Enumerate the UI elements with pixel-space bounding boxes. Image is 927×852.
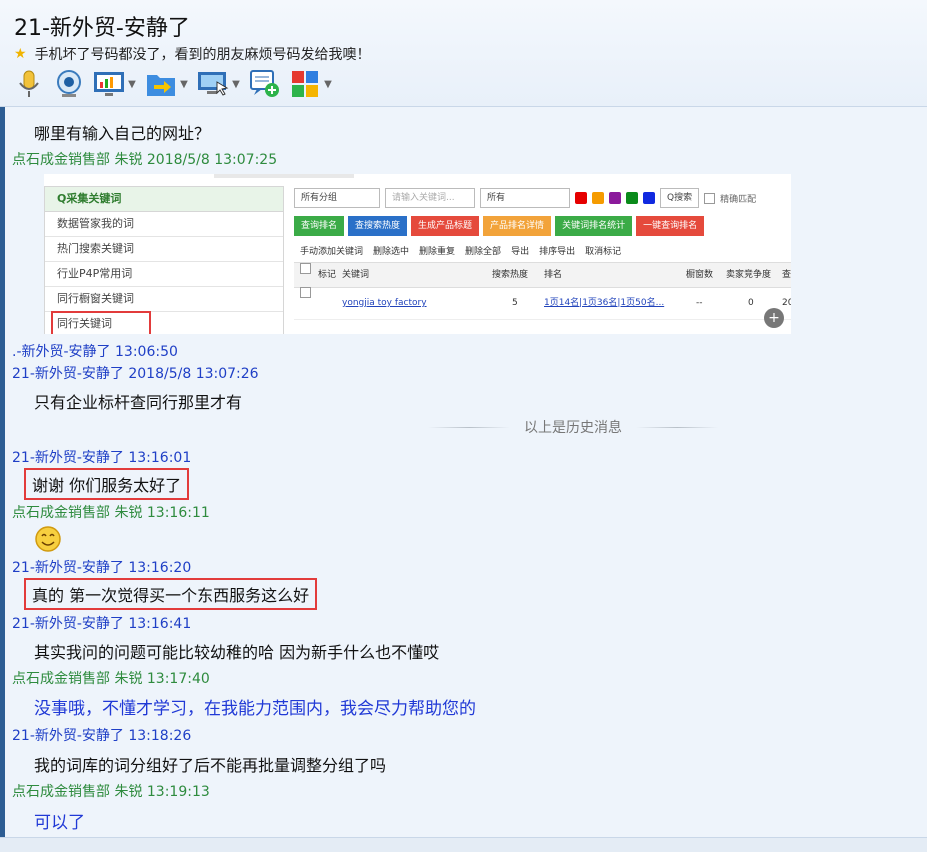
signature-text: 手机坏了号码都没了，看到的朋友麻烦号码发给我噢！ [34, 47, 371, 63]
chevron-down-icon[interactable]: ▼ [178, 79, 190, 90]
shot-action: 排序导出 [539, 247, 576, 257]
message-text: 哪里有输入自己的网址？ [34, 124, 211, 143]
chat-header: 21-新外贸-安静了 ★ 手机坏了号码都没了，看到的朋友麻烦号码发给我噢！ ▼ … [0, 0, 927, 107]
history-divider: 以上是历史消息 [428, 417, 718, 437]
keyword-panel-item: 同行橱窗关键词 [45, 287, 283, 312]
group-select: 所有分组 [294, 188, 380, 208]
message-sender: 21-新外贸-安静了 13:16:01 [12, 450, 192, 466]
keyword-panel-title: Q采集关键词 [45, 187, 283, 212]
mic-icon[interactable] [12, 67, 46, 101]
shot-action: 取消标记 [585, 247, 622, 257]
message-text: 其实我问的问题可能比较幼稚的哈 因为新手什么也不懂哎 [34, 643, 440, 662]
smiley-emoji [34, 525, 62, 557]
action-links: 手动添加关键词 删除选中 删除重复 删除全部 导出 排序导出 取消标记 [300, 244, 621, 257]
message-text: 我的词库的词分组好了后不能再批量调整分组了吗 [34, 756, 387, 775]
shot-button: 生成产品标题 [411, 216, 480, 236]
all-select: 所有 [480, 188, 570, 208]
red-swatch [575, 192, 587, 204]
chevron-down-icon[interactable]: ▼ [126, 79, 138, 90]
chat-left-bar [0, 107, 5, 837]
remote-desktop-icon[interactable] [196, 67, 230, 101]
keyword-panel: Q采集关键词 数据管家我的词 热门搜索关键词 行业P4P常用词 同行橱窗关键词 … [44, 186, 284, 334]
embedded-screenshot[interactable]: Q采集关键词 数据管家我的词 热门搜索关键词 行业P4P常用词 同行橱窗关键词 … [44, 174, 791, 334]
shot-action: 删除选中 [373, 247, 410, 257]
apps-icon[interactable] [288, 67, 322, 101]
column-header: 关键词 [342, 270, 370, 280]
column-header: 标记 [318, 270, 337, 280]
shot-action: 删除全部 [465, 247, 502, 257]
chevron-down-icon[interactable]: ▼ [322, 79, 334, 90]
keyword-panel-item: 热门搜索关键词 [45, 237, 283, 262]
column-header: 查 [782, 270, 791, 280]
exact-label: 精确匹配 [720, 194, 757, 205]
action-buttons: 查询排名 查搜索热度 生成产品标题 产品排名详情 关键词排名统计 一键查询排名 [294, 216, 705, 236]
column-header: 搜索热度 [492, 270, 529, 280]
chevron-down-icon[interactable]: ▼ [230, 79, 242, 90]
chat-history[interactable]: 哪里有输入自己的网址？ 点石成金销售部 朱锐 2018/5/8 13:07:25… [0, 107, 927, 837]
blue-swatch [643, 192, 655, 204]
message-text: 只有企业标杆查同行那里才有 [34, 393, 243, 412]
row-rank: 1页14名|1页36名|1页50名... [544, 298, 665, 308]
purple-swatch [609, 192, 621, 204]
row-window: -- [696, 298, 703, 308]
column-header: 橱窗数 [686, 270, 714, 280]
shot-action: 手动添加关键词 [300, 247, 364, 257]
message-sender: 21-新外贸-安静了 13:16:20 [12, 560, 192, 576]
message-sender: 点石成金销售部 朱锐 13:19:13 [12, 784, 210, 800]
history-divider-text: 以上是历史消息 [524, 420, 622, 436]
star-icon: ★ [14, 46, 27, 62]
send-file-icon[interactable] [144, 67, 178, 101]
webcam-icon[interactable] [52, 67, 86, 101]
green-swatch [626, 192, 638, 204]
shot-action: 导出 [511, 247, 530, 257]
message-sender: .-新外贸-安静了 13:06:50 [12, 344, 178, 360]
keyword-table: 标记 关键词 搜索热度 排名 橱窗数 卖家竞争度 查 yongjia toy f… [294, 262, 791, 334]
message-sender: 21-新外贸-安静了 13:16:41 [12, 616, 192, 632]
input-toolbar-edge [0, 837, 927, 852]
screen-share-icon[interactable] [92, 67, 126, 101]
filter-bar: 所有分组 请输入关键词... 所有 Q搜索 精确匹配 [294, 188, 756, 208]
message-sender: 21-新外贸-安静了 13:18:26 [12, 728, 192, 744]
highlighted-message: 谢谢 你们服务太好了 [24, 468, 190, 500]
zoom-icon: + [764, 308, 784, 328]
message-text: 没事哦，不懂才学习，在我能力范围内，我会尽力帮助您的 [34, 699, 476, 719]
orange-swatch [592, 192, 604, 204]
message-icon[interactable] [248, 67, 282, 101]
shot-button: 产品排名详情 [483, 216, 552, 236]
shot-button: 关键词排名统计 [555, 216, 633, 236]
highlighted-message: 真的 第一次觉得买一个东西服务这么好 [24, 578, 318, 610]
column-header: 排名 [544, 270, 563, 280]
shot-button: 查搜索热度 [348, 216, 408, 236]
keyword-panel-item: 数据管家我的词 [45, 212, 283, 237]
search-button: Q搜索 [660, 188, 700, 208]
toolbar: ▼ ▼ ▼ ▼ [12, 67, 334, 101]
column-header: 卖家竞争度 [726, 270, 772, 280]
message-sender: 点石成金销售部 朱锐 13:16:11 [12, 505, 210, 521]
table-row: yongjia toy factory 5 1页14名|1页36名|1页50名.… [294, 287, 791, 320]
shot-action: 删除重复 [419, 247, 456, 257]
keyword-input: 请输入关键词... [385, 188, 475, 208]
shot-button: 查询排名 [294, 216, 345, 236]
exact-checkbox [704, 192, 716, 204]
highlight-box [51, 311, 151, 334]
table-header: 标记 关键词 搜索热度 排名 橱窗数 卖家竞争度 查 [294, 263, 791, 288]
shot-scroll-edge [214, 174, 354, 178]
chat-title: 21-新外贸-安静了 [14, 16, 190, 41]
signature: ★ 手机坏了号码都没了，看到的朋友麻烦号码发给我噢！ [14, 44, 371, 64]
message-sender: 点石成金销售部 朱锐 2018/5/8 13:07:25 [12, 152, 278, 168]
row-keyword: yongjia toy factory [342, 298, 427, 308]
message-sender: 点石成金销售部 朱锐 13:17:40 [12, 671, 210, 687]
row-heat: 5 [512, 298, 518, 308]
message-sender: 21-新外贸-安静了 2018/5/8 13:07:26 [12, 366, 259, 382]
message-text: 可以了 [34, 813, 85, 833]
keyword-panel-item: 行业P4P常用词 [45, 262, 283, 287]
row-comp: 0 [748, 298, 754, 308]
shot-button: 一键查询排名 [636, 216, 705, 236]
